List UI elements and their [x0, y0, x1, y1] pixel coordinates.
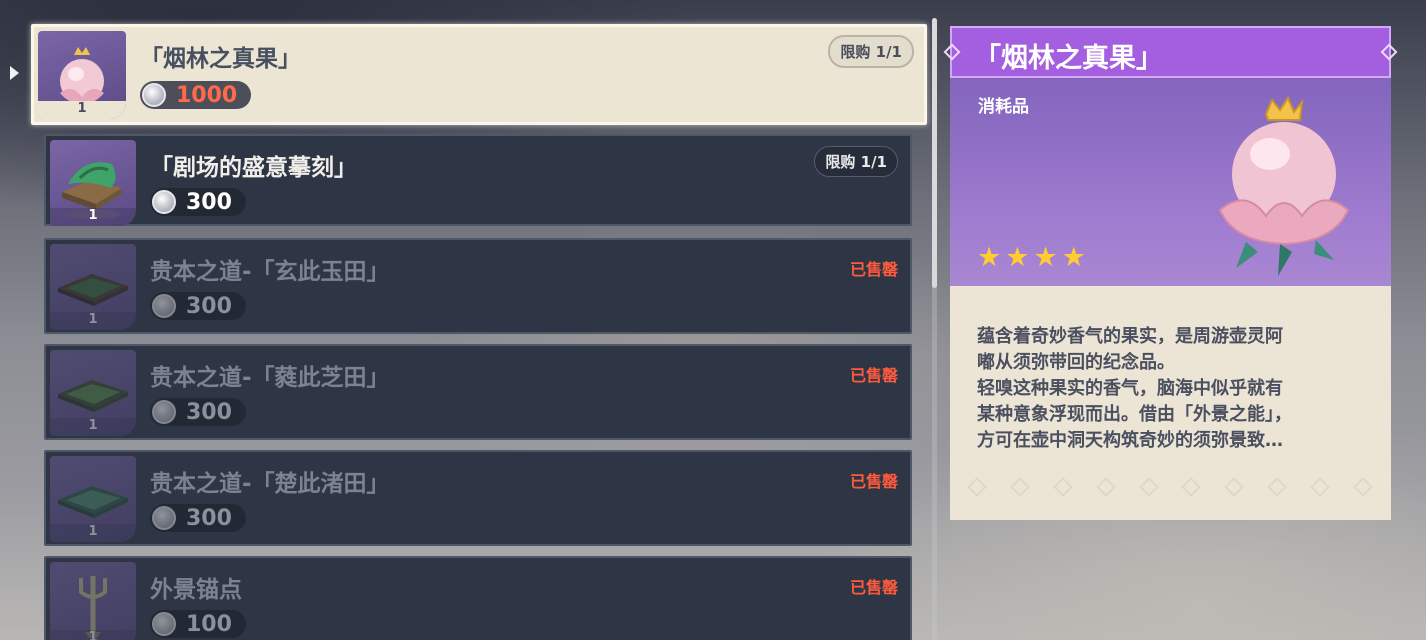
realm-currency-coin-icon — [152, 612, 176, 636]
item-type: 消耗品 — [978, 97, 1029, 117]
item-thumbnail: 1 — [38, 31, 126, 119]
detail-hero: 「烟林之真果」 消耗品 ★ ★ ★ ★ — [943, 26, 1398, 286]
price-amount: 1000 — [176, 82, 238, 108]
price-amount: 100 — [186, 611, 232, 637]
description-line: 蕴含着奇妙香气的果实，是周游壶灵阿 — [977, 326, 1283, 347]
sold-out-label: 已售罄 — [849, 260, 898, 279]
sold-out-label: 已售罄 — [849, 366, 898, 385]
description-line: 方可在壶中洞天构筑奇妙的须弥景致… — [977, 430, 1283, 451]
star-icon: ★ — [1061, 242, 1086, 273]
item-name: 「烟林之真果」 — [140, 46, 301, 72]
realm-currency-coin-icon — [152, 190, 176, 214]
item-detail-panel: 「烟林之真果」 消耗品 ★ ★ ★ ★ 蕴含着奇妙香气的果实，是周游壶灵阿 嘟从… — [943, 26, 1398, 520]
item-quantity: 1 — [50, 312, 136, 330]
item-quantity: 1 — [50, 208, 136, 226]
item-price: 100 — [150, 610, 246, 638]
price-amount: 300 — [186, 505, 232, 531]
realm-currency-coin-icon — [152, 294, 176, 318]
purchase-limit-badge: 限购 1/1 — [814, 146, 898, 177]
item-price: 300 — [150, 398, 246, 426]
shop-item-soldout[interactable]: 1 贵本之道-「楚此渚田」 300 已售罄 — [44, 450, 912, 546]
item-quantity: 1 — [50, 524, 136, 542]
star-icon: ★ — [1033, 242, 1058, 273]
realm-currency-coin-icon — [152, 506, 176, 530]
item-quantity: 1 — [50, 418, 136, 436]
shop-item-soldout[interactable]: 1 外景锚点 100 已售罄 — [44, 556, 912, 640]
decorative-pattern — [967, 477, 1373, 500]
item-thumbnail: 1 — [50, 140, 136, 226]
item-price: 300 — [150, 292, 246, 320]
rarity-stars: ★ ★ ★ ★ — [977, 244, 1086, 271]
shop-item[interactable]: 1 「剧场的盛意摹刻」 300 限购 1/1 — [44, 134, 912, 226]
detail-title: 「烟林之真果」 — [974, 43, 1163, 74]
item-name: 「剧场的盛意摹刻」 — [150, 155, 357, 181]
item-price: 1000 — [140, 81, 252, 109]
shop-item-soldout[interactable]: 1 贵本之道-「玄此玉田」 300 已售罄 — [44, 238, 912, 334]
price-amount: 300 — [186, 293, 232, 319]
shop-item-soldout[interactable]: 1 贵本之道-「蕤此芝田」 300 已售罄 — [44, 344, 912, 440]
description-line: 轻嗅这种果实的香气，脑海中似乎就有 — [977, 378, 1283, 399]
item-name: 外景锚点 — [150, 577, 242, 603]
star-icon: ★ — [1005, 242, 1030, 273]
description-line: 某种意象浮现而出。借由「外景之能」， — [977, 404, 1292, 425]
detail-header: 「烟林之真果」 — [943, 26, 1398, 78]
item-price: 300 — [150, 504, 246, 532]
purchase-limit-badge: 限购 1/1 — [828, 35, 914, 68]
item-name: 贵本之道-「蕤此芝田」 — [150, 365, 390, 391]
item-quantity: 1 — [50, 630, 136, 640]
item-price: 300 — [150, 188, 246, 216]
fruit-icon — [1218, 95, 1350, 276]
item-thumbnail: 1 — [50, 350, 136, 436]
list-scrollbar[interactable] — [932, 18, 937, 640]
item-name: 贵本之道-「玄此玉田」 — [150, 259, 390, 285]
star-icon: ★ — [977, 242, 1002, 273]
scrollbar-thumb[interactable] — [932, 18, 937, 288]
realm-currency-coin-icon — [152, 400, 176, 424]
item-quantity: 1 — [38, 101, 126, 119]
item-thumbnail: 1 — [50, 244, 136, 330]
item-description: 蕴含着奇妙香气的果实，是周游壶灵阿 嘟从须弥带回的纪念品。 轻嗅这种果实的香气，… — [977, 324, 1369, 454]
shop-item-list: 1 「烟林之真果」 1000 限购 1/1 1 「剧场的盛意摹刻」 300 限购… — [0, 0, 930, 640]
anchor-icon — [79, 576, 107, 638]
shop-item-selected[interactable]: 1 「烟林之真果」 1000 限购 1/1 — [31, 24, 927, 125]
detail-description-area: 蕴含着奇妙香气的果实，是周游壶灵阿 嘟从须弥带回的纪念品。 轻嗅这种果实的香气，… — [950, 286, 1391, 520]
sold-out-label: 已售罄 — [849, 472, 898, 491]
realm-currency-coin-icon — [142, 83, 166, 107]
sold-out-label: 已售罄 — [849, 578, 898, 597]
price-amount: 300 — [186, 399, 232, 425]
description-line: 嘟从须弥带回的纪念品。 — [977, 352, 1175, 373]
item-name: 贵本之道-「楚此渚田」 — [150, 471, 390, 497]
item-thumbnail: 1 — [50, 562, 136, 640]
price-amount: 300 — [186, 189, 232, 215]
item-thumbnail: 1 — [50, 456, 136, 542]
